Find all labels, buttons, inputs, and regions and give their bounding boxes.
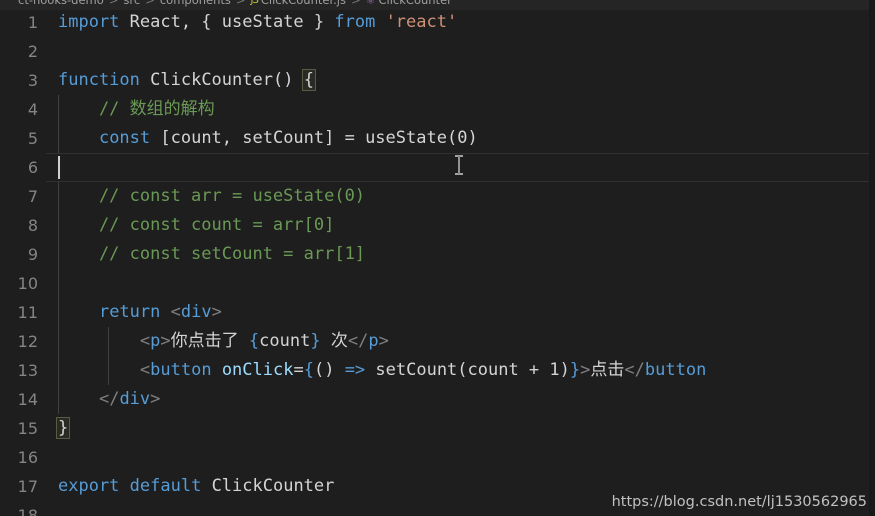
code-line-text[interactable]: <button onClick={() => setCount(count + … [58,356,706,385]
line-number: 7 [27,187,38,206]
breadcrumb-item-components[interactable]: components [160,0,231,7]
line-number: 18 [17,506,38,516]
code-line-text[interactable]: export default ClickCounter [58,472,334,501]
breadcrumb-item-src[interactable]: src [123,0,140,7]
breadcrumb-separator: > [108,0,119,7]
breadcrumb-item-file[interactable]: ClickCounter.js [261,0,346,7]
code-line-text[interactable]: // const count = arr[0] [58,211,334,240]
line-number: 14 [17,390,38,409]
code-line[interactable]: 7 // const arr = useState(0) [0,182,875,211]
code-line[interactable]: 5 const [count, setCount] = useState(0) [0,124,875,153]
text-caret [58,156,60,179]
code-line[interactable]: 16 [0,443,875,472]
line-number: 17 [17,477,38,496]
breadcrumb[interactable]: ct-hooks-demo > src > components > JS Cl… [0,0,875,10]
breadcrumb-item-project[interactable]: ct-hooks-demo [18,0,104,7]
code-line-text[interactable]: // const setCount = arr[1] [58,240,365,269]
indent-guide [58,269,59,298]
code-line[interactable]: 13 <button onClick={() => setCount(count… [0,356,875,385]
code-line-text[interactable]: // 数组的解构 [58,95,215,124]
line-number: 10 [17,274,38,293]
breadcrumb-separator: > [351,0,361,7]
line-number: 9 [27,245,38,264]
code-line[interactable]: 9 // const setCount = arr[1] [0,240,875,269]
breadcrumb-separator: > [235,0,246,7]
code-line[interactable]: 1 import React, { useState } from 'react… [0,8,875,37]
code-line-text[interactable]: import React, { useState } from 'react' [58,8,457,37]
line-number: 6 [27,158,38,177]
line-number: 12 [17,332,38,351]
code-line-text[interactable]: <p>你点击了 {count} 次</p> [58,327,389,356]
watermark-url: https://blog.csdn.net/lj1530562965 [611,494,867,510]
code-line[interactable]: 4 // 数组的解构 [0,95,875,124]
line-number: 16 [17,448,38,467]
code-line[interactable]: 8 // const count = arr[0] [0,211,875,240]
line-number: 11 [17,303,38,322]
line-number: 8 [27,216,38,235]
code-line[interactable]: 2 [0,37,875,66]
code-line-text[interactable]: // const arr = useState(0) [58,182,365,211]
code-line[interactable]: 3 function ClickCounter() { [0,66,875,95]
code-line-text[interactable]: } [55,414,71,443]
code-line-text[interactable]: </div> [58,385,160,414]
breadcrumb-item-symbol[interactable]: ClickCounter [379,0,452,7]
line-number: 1 [27,13,38,32]
breadcrumb-separator: > [145,0,155,7]
code-line[interactable]: 14 </div> [0,385,875,414]
code-line[interactable]: 10 [0,269,875,298]
code-line-current[interactable]: 6 [0,153,875,182]
code-editor[interactable]: ct-hooks-demo > src > components > JS Cl… [0,0,875,516]
line-number: 3 [27,71,38,90]
editor-scrollbar[interactable] [869,0,875,516]
current-line-highlight [46,153,870,182]
line-number: 15 [17,419,38,438]
js-file-icon: JS [250,0,259,6]
code-line[interactable]: 11 return <div> [0,298,875,327]
code-surface[interactable]: 1 import React, { useState } from 'react… [0,8,875,516]
code-line[interactable]: 12 <p>你点击了 {count} 次</p> [0,327,875,356]
function-symbol-icon: ⚛ [365,0,376,7]
code-line-text[interactable]: function ClickCounter() { [58,66,316,95]
bracket-match-close: } [55,417,71,439]
line-number: 13 [17,361,38,380]
line-number: 2 [27,42,38,61]
code-line[interactable]: 15 } [0,414,875,443]
code-line-text[interactable]: const [count, setCount] = useState(0) [58,124,478,153]
line-number: 4 [27,100,38,119]
bracket-match-open: { [301,69,316,91]
line-number: 5 [27,129,38,148]
code-line-text[interactable]: return <div> [58,298,222,327]
